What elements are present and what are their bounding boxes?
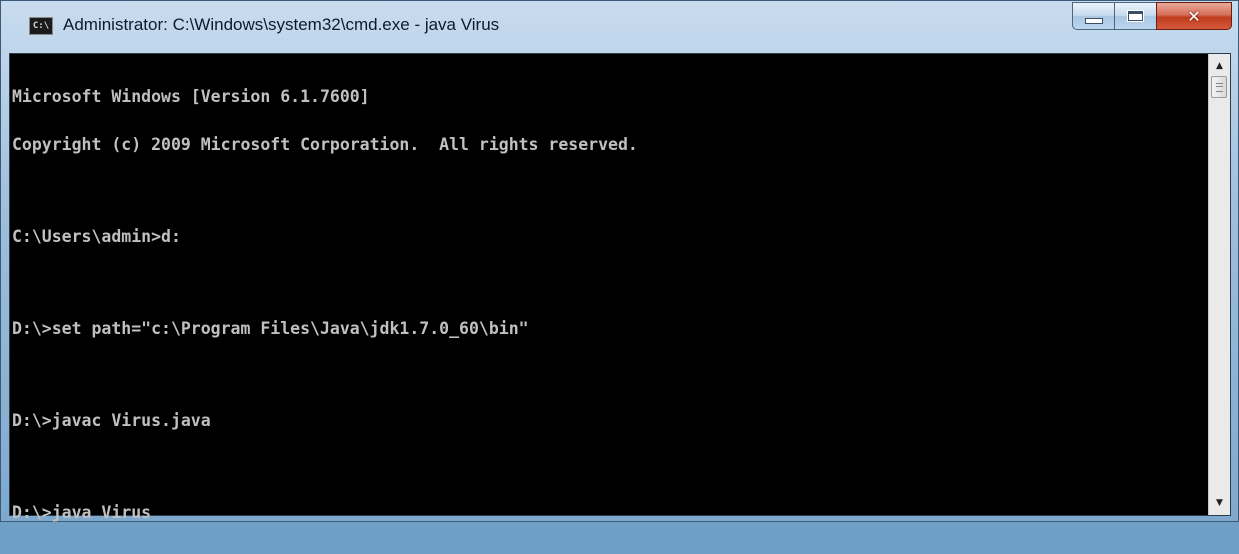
title-bar[interactable]: C:\ Administrator: C:\Windows\system32\c… bbox=[1, 1, 1238, 51]
arrow-up-icon: ▲ bbox=[1216, 61, 1223, 71]
console-output: Microsoft Windows [Version 6.1.7600] Cop… bbox=[12, 57, 638, 553]
cmd-window: C:\ Administrator: C:\Windows\system32\c… bbox=[0, 0, 1239, 522]
vertical-scrollbar[interactable]: ▲ ▼ bbox=[1208, 54, 1230, 515]
maximize-button[interactable] bbox=[1114, 2, 1156, 30]
console-line: Microsoft Windows [Version 6.1.7600] bbox=[12, 87, 370, 106]
scroll-up-button[interactable]: ▲ bbox=[1209, 56, 1230, 76]
console-line: C:\Users\admin>d: bbox=[12, 227, 181, 246]
grip-icon bbox=[1216, 83, 1223, 92]
scroll-thumb[interactable] bbox=[1211, 76, 1227, 98]
minimize-icon bbox=[1084, 18, 1103, 24]
console-line: D:\>javac Virus.java bbox=[12, 411, 211, 430]
window-title: Administrator: C:\Windows\system32\cmd.e… bbox=[63, 15, 500, 34]
console-line: D:\>java Virus bbox=[12, 503, 152, 522]
close-icon: ✕ bbox=[1187, 6, 1201, 26]
caption-buttons: ✕ bbox=[1072, 2, 1232, 30]
close-button[interactable]: ✕ bbox=[1156, 2, 1232, 30]
arrow-down-icon: ▼ bbox=[1216, 498, 1223, 508]
console-line: D:\>set path="c:\Program Files\Java\jdk1… bbox=[12, 319, 529, 338]
minimize-button[interactable] bbox=[1072, 2, 1114, 30]
scroll-down-button[interactable]: ▼ bbox=[1209, 493, 1230, 513]
console-line: Copyright (c) 2009 Microsoft Corporation… bbox=[12, 135, 638, 154]
maximize-icon bbox=[1127, 10, 1144, 22]
cmd-console-icon[interactable]: C:\ bbox=[29, 17, 53, 35]
console-area[interactable]: Microsoft Windows [Version 6.1.7600] Cop… bbox=[9, 53, 1231, 521]
